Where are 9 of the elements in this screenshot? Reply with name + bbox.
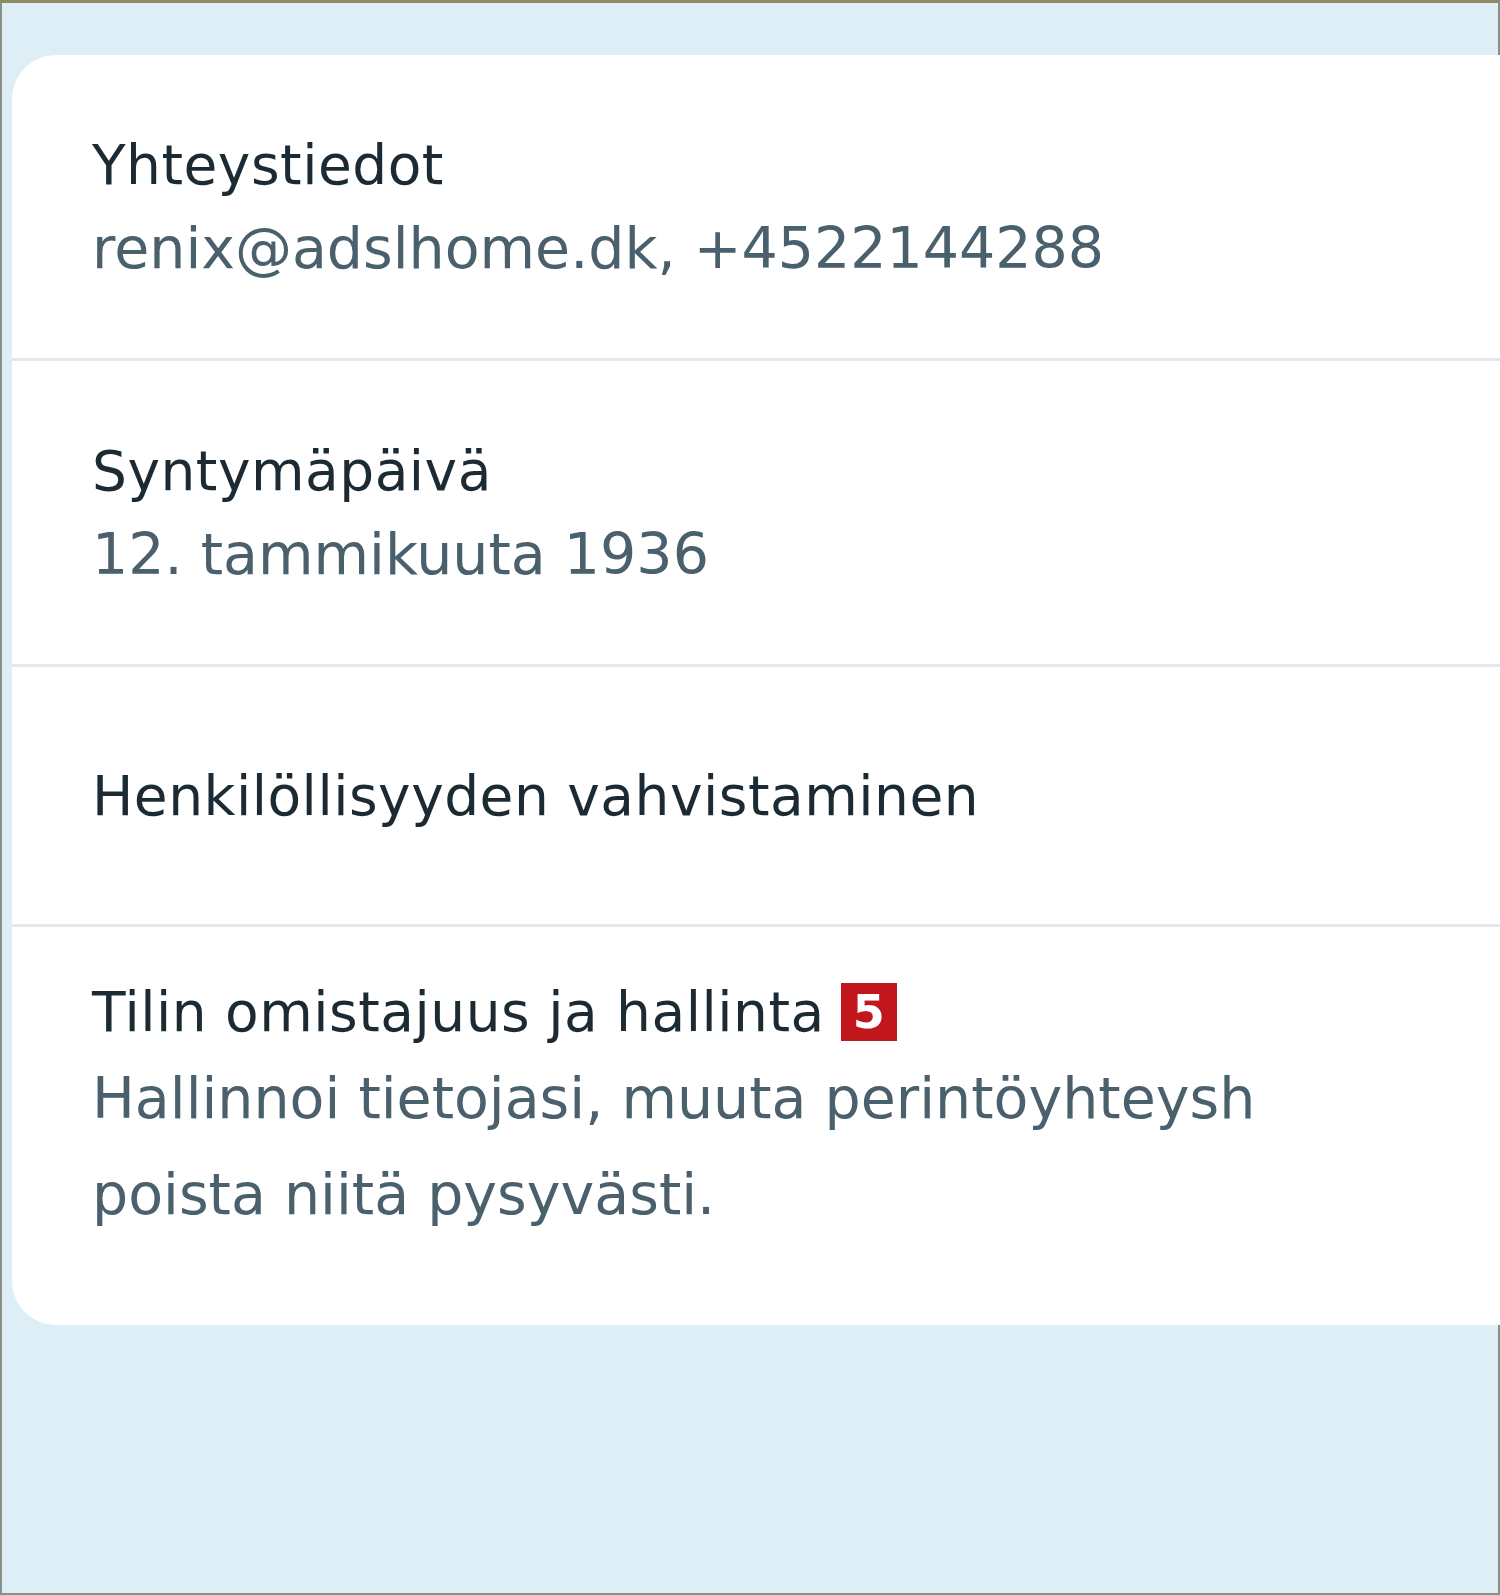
section-description: Hallinnoi tietojasi, muuta perintöyhteysh <box>92 1064 1257 1133</box>
section-value: renix@adslhome.dk, +4522144288 <box>92 214 1106 281</box>
section-title: Henkilöllisyyden vahvistaminen <box>92 763 980 828</box>
count-badge: 5 <box>840 983 897 1041</box>
section-title: Tilin omistajuus ja hallinta <box>92 980 825 1044</box>
section-value: 12. tammikuuta 1936 <box>92 520 710 587</box>
section-title: Yhteystiedot <box>92 132 444 197</box>
section-title: Syntymäpäivä <box>92 438 492 503</box>
section-description: poista niitä pysyvästi. <box>92 1160 717 1229</box>
